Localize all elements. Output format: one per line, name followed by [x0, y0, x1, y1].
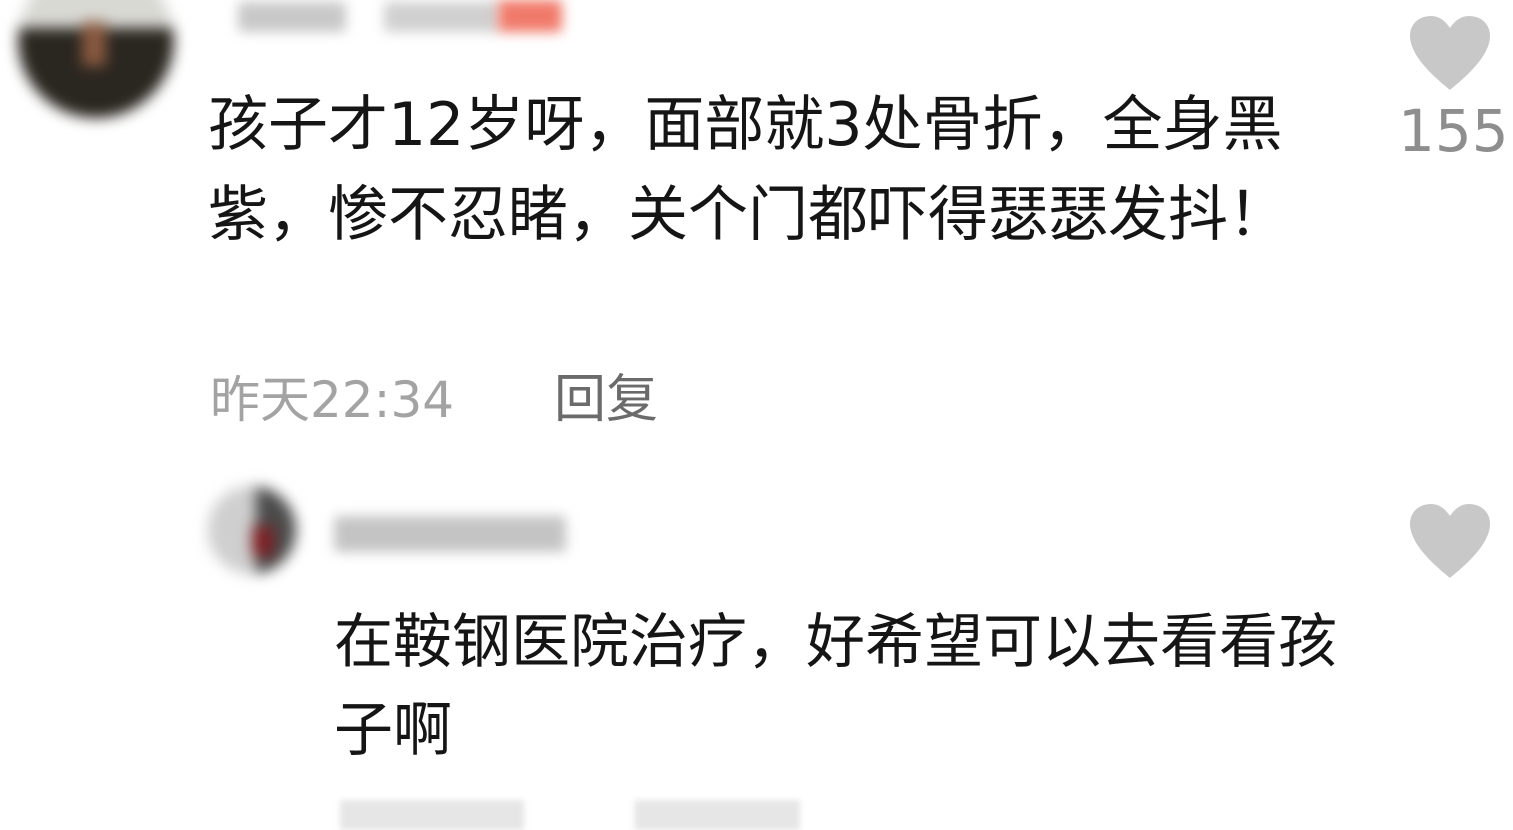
reply-meta-cropped — [340, 800, 800, 830]
heart-shape — [1410, 504, 1490, 578]
comment-text: 孩子才12岁呀，面部就3处骨折，全身黑紫，惨不忍睹，关个门都吓得瑟瑟发抖！ — [208, 90, 1288, 250]
heart-icon[interactable] — [1406, 502, 1494, 580]
avatar-shade — [208, 486, 257, 574]
like-count: 155 — [1398, 97, 1509, 165]
commenter-subname-blurred — [384, 2, 500, 32]
replier-name-blurred[interactable] — [334, 516, 566, 552]
commenter-avatar[interactable] — [18, 0, 174, 118]
commenter-name-blurred[interactable] — [238, 2, 346, 32]
comment-timestamp: 昨天22:34 — [210, 371, 455, 429]
avatar-mark — [252, 526, 274, 556]
avatar-mark — [82, 22, 106, 66]
reply-button[interactable]: 回复 — [554, 368, 658, 432]
heart-shape — [1410, 16, 1490, 90]
heart-icon[interactable] — [1406, 14, 1494, 92]
commenter-badge-blurred — [498, 0, 562, 32]
replier-avatar[interactable] — [208, 486, 296, 574]
reply-text: 在鞍钢医院治疗，好希望可以去看看孩子啊 — [334, 607, 1338, 764]
